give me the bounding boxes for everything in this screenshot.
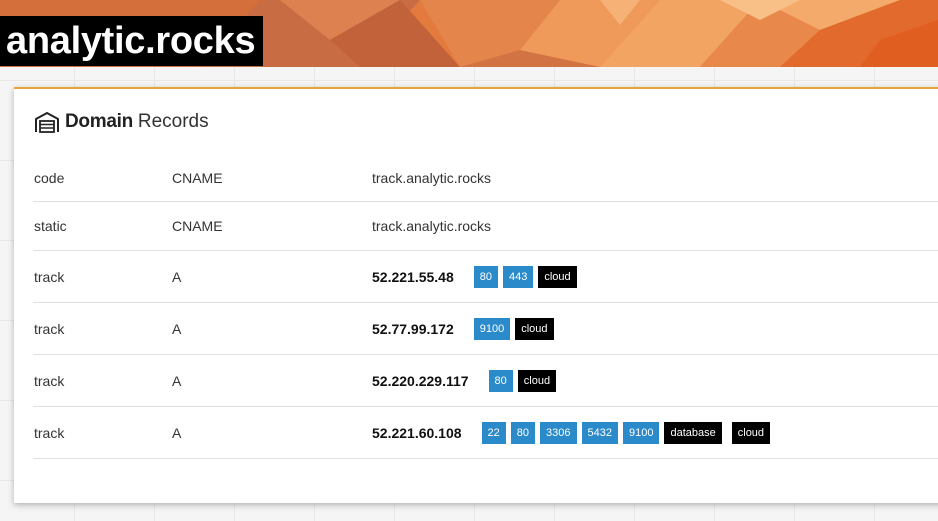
record-value: 52.220.229.117 — [372, 372, 469, 389]
port-badge: 5432 — [581, 421, 618, 444]
card-title-light: Records — [137, 111, 209, 132]
record-name: static — [34, 218, 67, 234]
tag-badge: cloud — [731, 421, 771, 444]
port-badge: 22 — [481, 421, 506, 444]
record-value-cell: 52.220.229.117 80 cloud — [372, 355, 561, 406]
record-type: A — [172, 424, 182, 441]
record-row: code CNAME track.analytic.rocks — [33, 154, 938, 202]
record-row: track A 52.220.229.117 80 cloud — [33, 355, 938, 407]
port-badge: 9100 — [473, 317, 511, 340]
card-title-bold: Domain — [65, 111, 133, 132]
record-value-cell: 52.77.99.172 9100 cloud — [372, 303, 559, 354]
record-name: track — [34, 320, 65, 337]
record-value: track.analytic.rocks — [372, 169, 492, 186]
tag-badge: cloud — [517, 369, 557, 392]
domain-records-card: Domain Records code CNAME track.analytic.r… — [14, 87, 938, 503]
record-name: track — [34, 424, 65, 441]
record-value: 52.77.99.172 — [372, 320, 454, 337]
page: analytic.rocks Domain Records code CNAME t… — [0, 0, 938, 521]
record-value-cell: track.analytic.rocks — [372, 154, 491, 201]
record-row: track A 52.221.60.108 22 80 3306 5432 9100 datab… — [33, 407, 938, 459]
port-badge: 9100 — [623, 421, 660, 444]
hero-banner: analytic.rocks — [0, 0, 938, 67]
tag-badge: cloud — [515, 317, 554, 340]
record-type: A — [172, 268, 182, 285]
record-value-cell: track.analytic.rocks — [372, 202, 491, 250]
port-badge: 443 — [503, 265, 534, 288]
tag-badge: database — [664, 421, 722, 444]
record-type: A — [172, 372, 182, 389]
tag-badge: cloud — [538, 265, 577, 288]
record-row: track A 52.221.55.48 80 443 cloud — [33, 251, 938, 303]
record-value-cell: 52.221.55.48 80 443 cloud — [372, 251, 582, 302]
records-table: code CNAME track.analytic.rocks static CNAME… — [33, 154, 938, 459]
record-name: code — [34, 169, 65, 186]
record-name: track — [34, 268, 65, 285]
site-logo[interactable]: analytic.rocks — [0, 16, 264, 66]
record-row: track A 52.77.99.172 9100 cloud — [33, 303, 938, 355]
warehouse-icon — [34, 111, 60, 133]
port-badge: 80 — [473, 265, 498, 288]
record-value-cell: 52.221.60.108 22 80 3306 5432 9100 database clo… — [372, 407, 775, 458]
record-type: CNAME — [172, 218, 223, 234]
record-value: 52.221.55.48 — [372, 268, 454, 285]
record-type: A — [172, 320, 182, 337]
record-name: track — [34, 372, 65, 389]
record-row: static CNAME track.analytic.rocks — [33, 202, 938, 251]
card-header: Domain Records — [34, 109, 209, 135]
port-badge: 3306 — [540, 421, 577, 444]
record-value: track.analytic.rocks — [372, 218, 492, 234]
record-type: CNAME — [172, 169, 223, 186]
port-badge: 80 — [510, 421, 536, 444]
port-badge: 80 — [488, 369, 513, 392]
record-value: 52.221.60.108 — [372, 424, 462, 441]
